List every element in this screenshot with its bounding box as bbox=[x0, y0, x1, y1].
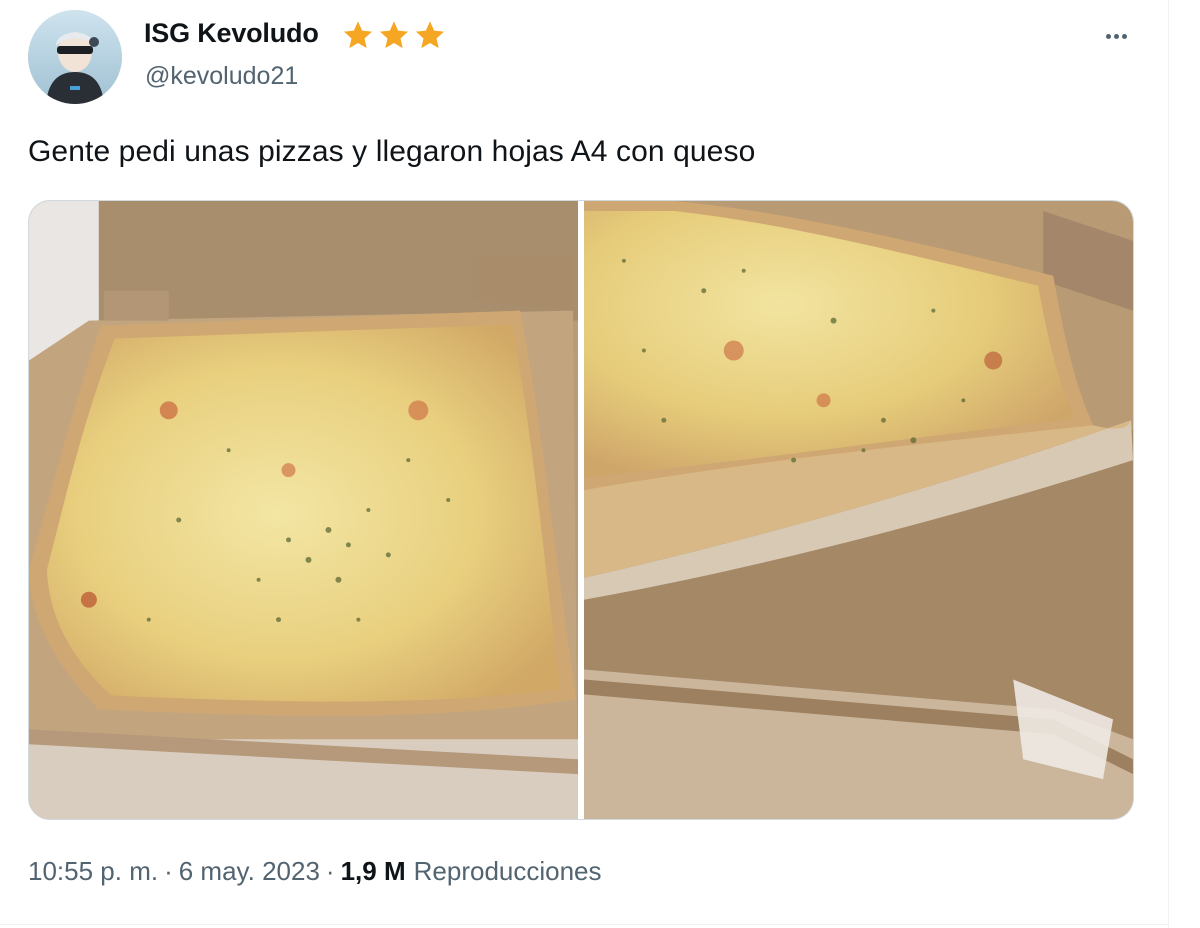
views-label[interactable]: Reproducciones bbox=[414, 856, 602, 887]
tweet-bottom-border bbox=[0, 924, 1168, 925]
pizza-photo-left bbox=[29, 201, 578, 819]
meta-separator: · bbox=[325, 856, 335, 886]
star-icon bbox=[344, 21, 372, 49]
tweet-meta: 10:55 p. m. · 6 may. 2023 · 1,9 M Reprod… bbox=[28, 856, 602, 887]
pizza-photo-right bbox=[584, 201, 1133, 819]
author-badges bbox=[342, 19, 446, 55]
more-options-button[interactable] bbox=[1096, 20, 1136, 52]
more-horizontal-icon bbox=[1105, 33, 1111, 39]
meta-separator: · bbox=[164, 856, 173, 886]
tweet-time[interactable]: 10:55 p. m. bbox=[28, 856, 158, 887]
author-handle[interactable]: @kevoludo21 bbox=[145, 62, 298, 91]
more-horizontal-icon bbox=[1121, 33, 1127, 39]
views-count: 1,9 M bbox=[340, 856, 406, 886]
star-icon bbox=[416, 21, 444, 49]
author-display-name[interactable]: ISG Kevoludo bbox=[144, 18, 319, 49]
tweet-photo-1[interactable] bbox=[29, 201, 578, 819]
more-horizontal-icon bbox=[1113, 33, 1119, 39]
timeline-right-border bbox=[1168, 0, 1169, 928]
avatar-image bbox=[28, 10, 122, 104]
tweet-media bbox=[28, 200, 1134, 820]
tweet-photo-2[interactable] bbox=[584, 201, 1133, 819]
star-icon bbox=[380, 21, 408, 49]
tweet-text: Gente pedi unas pizzas y llegaron hojas … bbox=[28, 135, 756, 168]
tweet-date[interactable]: 6 may. 2023 bbox=[179, 856, 320, 887]
author-avatar[interactable] bbox=[28, 10, 122, 104]
